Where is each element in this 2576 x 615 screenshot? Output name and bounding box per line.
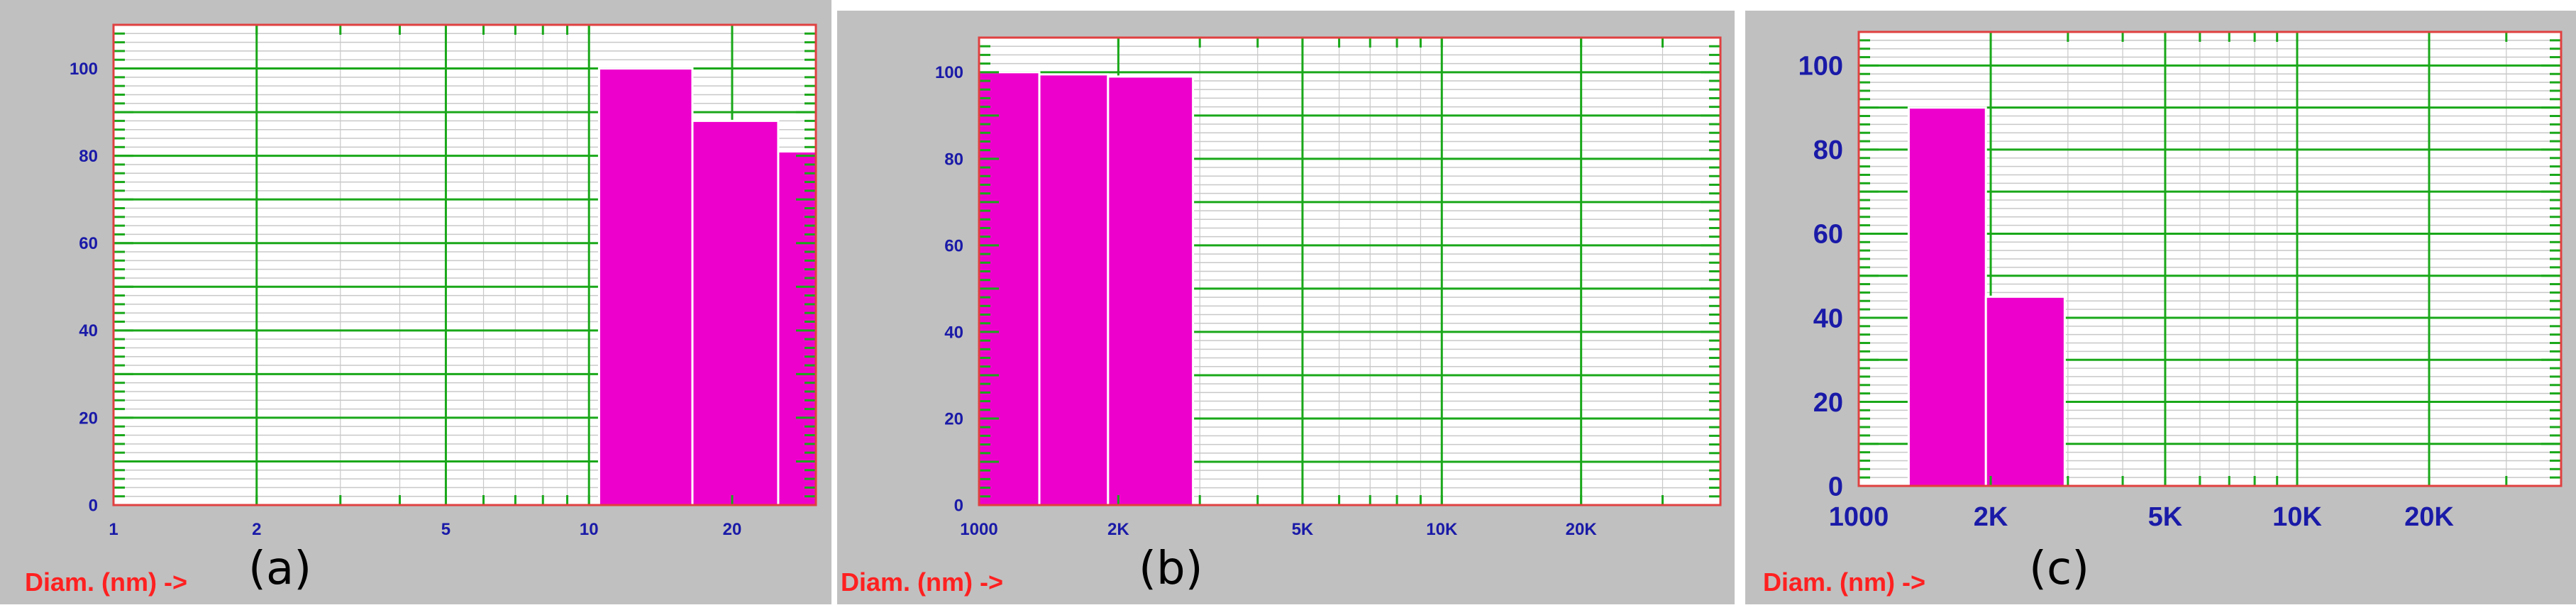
bar <box>1907 106 1987 487</box>
y-tick-label: 80 <box>79 147 98 166</box>
x-tick-label: 2K <box>1974 502 2008 532</box>
x-axis-label: Diam. (nm) -> <box>25 567 188 597</box>
chart-a: 0 20 40 60 80 100 1 2 5 10 20 <box>70 23 817 539</box>
panel-label: (a) <box>248 543 312 595</box>
x-tick-label: 20K <box>1566 520 1598 539</box>
y-tick-label: 60 <box>1813 220 1843 250</box>
x-tick-label: 1000 <box>960 520 997 539</box>
x-tick-label: 5K <box>1292 520 1314 539</box>
y-tick-label: 100 <box>70 60 98 79</box>
panel-b: 0 20 40 60 80 100 1000 2K 5K 10K 20K Diam. (nm) ->… <box>837 11 1735 604</box>
y-tick-label: 20 <box>79 409 98 428</box>
panel-label: (c) <box>2029 543 2090 595</box>
x-tick-label: 5K <box>2148 502 2183 532</box>
x-tick-label: 5 <box>441 520 450 539</box>
y-tick-label: 40 <box>79 321 98 340</box>
y-tick-label: 80 <box>1813 135 1843 165</box>
bar <box>1984 295 2066 487</box>
y-tick-label: 20 <box>1813 388 1843 418</box>
x-tick-label: 1 <box>109 520 118 539</box>
x-tick-label: 10K <box>2272 502 2322 532</box>
y-tick-label: 20 <box>944 409 963 428</box>
panel-c: 0 20 40 60 80 100 1000 2K 5K 10K 20K Diam. (nm) ->… <box>1745 11 2576 604</box>
bar <box>691 119 780 506</box>
bar <box>1107 75 1195 506</box>
y-tick-label: 100 <box>1798 52 1843 82</box>
x-tick-label: 2K <box>1107 520 1129 539</box>
bar <box>1038 73 1110 506</box>
panel-label: (b) <box>1139 543 1203 595</box>
y-tick-label: 60 <box>79 234 98 253</box>
x-axis-label: Diam. (nm) -> <box>1763 567 1926 597</box>
panel-a: 0 20 40 60 80 100 1 2 5 10 20 Diam. (nm) -> (a) <box>0 0 831 604</box>
y-tick-label: 0 <box>1828 472 1843 502</box>
bar <box>597 67 694 506</box>
x-tick-label: 10 <box>580 520 599 539</box>
y-tick-label: 80 <box>944 150 963 169</box>
x-tick-label: 10K <box>1426 520 1458 539</box>
chart-c: 0 20 40 60 80 100 1000 2K 5K 10K 20K <box>1798 31 2563 532</box>
x-tick-label: 20 <box>723 520 742 539</box>
y-tick-label: 40 <box>1813 304 1843 333</box>
y-tick-label: 0 <box>89 496 98 515</box>
x-tick-label: 20K <box>2404 502 2454 532</box>
x-axis-label: Diam. (nm) -> <box>841 567 1004 597</box>
x-tick-label: 1000 <box>1829 502 1889 532</box>
chart-b: 0 20 40 60 80 100 1000 2K 5K 10K 20K <box>935 36 1722 539</box>
y-tick-label: 100 <box>935 63 963 82</box>
y-tick-label: 60 <box>944 236 963 255</box>
x-tick-label: 2 <box>252 520 261 539</box>
y-tick-label: 40 <box>944 323 963 342</box>
y-tick-label: 0 <box>954 496 963 515</box>
